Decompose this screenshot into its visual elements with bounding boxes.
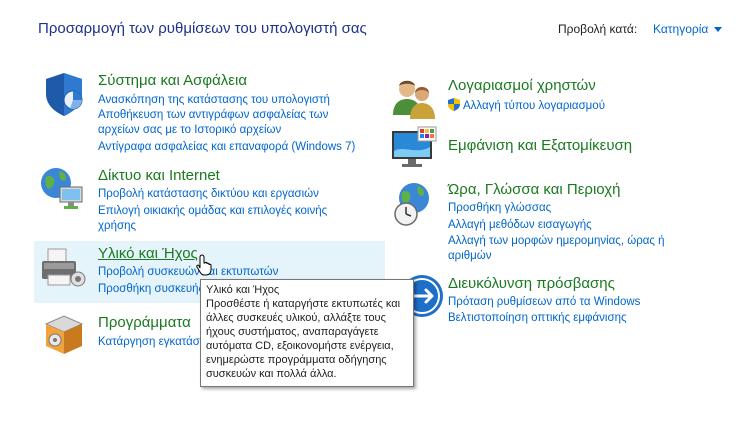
category-title-user-accounts[interactable]: Λογαριασμοί χρηστών — [448, 77, 596, 94]
link-file-history[interactable]: Αποθήκευση των αντιγράφων ασφαλείας των … — [98, 108, 368, 138]
page-title: Προσαρμογή των ρυθμίσεων του υπολογιστή … — [38, 20, 367, 37]
category-title-hardware-sound[interactable]: Υλικό και Ήχος — [98, 245, 198, 262]
printer-hardware-icon[interactable] — [38, 245, 86, 293]
uac-shield-icon — [448, 98, 460, 111]
link-change-input-methods[interactable]: Αλλαγή μεθόδων εισαγωγής — [448, 218, 592, 233]
link-change-date-formats[interactable]: Αλλαγή των μορφών ημερομηνίας, ώρας ή αρ… — [448, 234, 698, 264]
view-by-dropdown[interactable]: Κατηγορία — [653, 22, 723, 36]
shield-security-icon[interactable] — [40, 70, 88, 118]
link-network-status[interactable]: Προβολή κατάστασης δικτύου και εργασιών — [98, 187, 319, 202]
link-devices-printers[interactable]: Προβολή συσκευών και εκτυπωτών — [98, 265, 278, 280]
view-by-label: Προβολή κατά: — [558, 22, 638, 36]
link-windows-suggestions[interactable]: Πρόταση ρυθμίσεων από τα Windows — [448, 295, 640, 310]
link-add-device[interactable]: Προσθήκη συσκευής — [98, 282, 204, 297]
link-review-status[interactable]: Ανασκόπηση της κατάστασης του υπολογιστή — [98, 93, 330, 108]
link-backup-restore[interactable]: Αντίγραφα ασφαλείας και επαναφορά (Windo… — [98, 140, 355, 155]
chevron-down-icon[interactable] — [714, 27, 723, 33]
category-title-clock-language-region[interactable]: Ώρα, Γλώσσα και Περιοχή — [448, 181, 620, 198]
clock-globe-icon[interactable] — [390, 180, 438, 228]
monitor-appearance-icon[interactable] — [390, 125, 438, 173]
link-add-language[interactable]: Προσθήκη γλώσσας — [448, 201, 551, 216]
view-by-value[interactable]: Κατηγορία — [653, 22, 708, 36]
hand-cursor-icon — [196, 254, 212, 276]
link-homegroup[interactable]: Επιλογή οικιακής ομάδας και επιλογές κοι… — [98, 204, 358, 234]
tooltip-body: Προσθέστε ή καταργήστε εκτυπωτές και άλλ… — [206, 298, 401, 380]
tooltip: Υλικό και Ήχος Προσθέστε ή καταργήστε εκ… — [200, 279, 414, 387]
category-title-appearance[interactable]: Εμφάνιση και Εξατομίκευση — [448, 137, 632, 154]
link-optimize-visual-display[interactable]: Βελτιστοποίηση οπτικής εμφάνισης — [448, 311, 627, 326]
category-title-programs[interactable]: Προγράμματα — [98, 314, 191, 331]
programs-box-icon[interactable] — [40, 310, 88, 358]
link-change-account-type[interactable]: Αλλαγή τύπου λογαριασμού — [448, 98, 605, 114]
link-change-account-type-label[interactable]: Αλλαγή τύπου λογαριασμού — [463, 100, 605, 112]
user-accounts-icon[interactable] — [390, 75, 438, 123]
category-title-system-security[interactable]: Σύστημα και Ασφάλεια — [98, 72, 247, 89]
category-title-network-internet[interactable]: Δίκτυο και Internet — [98, 167, 220, 184]
tooltip-title: Υλικό και Ήχος — [206, 284, 280, 296]
network-globe-icon[interactable] — [38, 165, 86, 213]
category-title-ease-of-access[interactable]: Διευκόλυνση πρόσβασης — [448, 275, 615, 292]
